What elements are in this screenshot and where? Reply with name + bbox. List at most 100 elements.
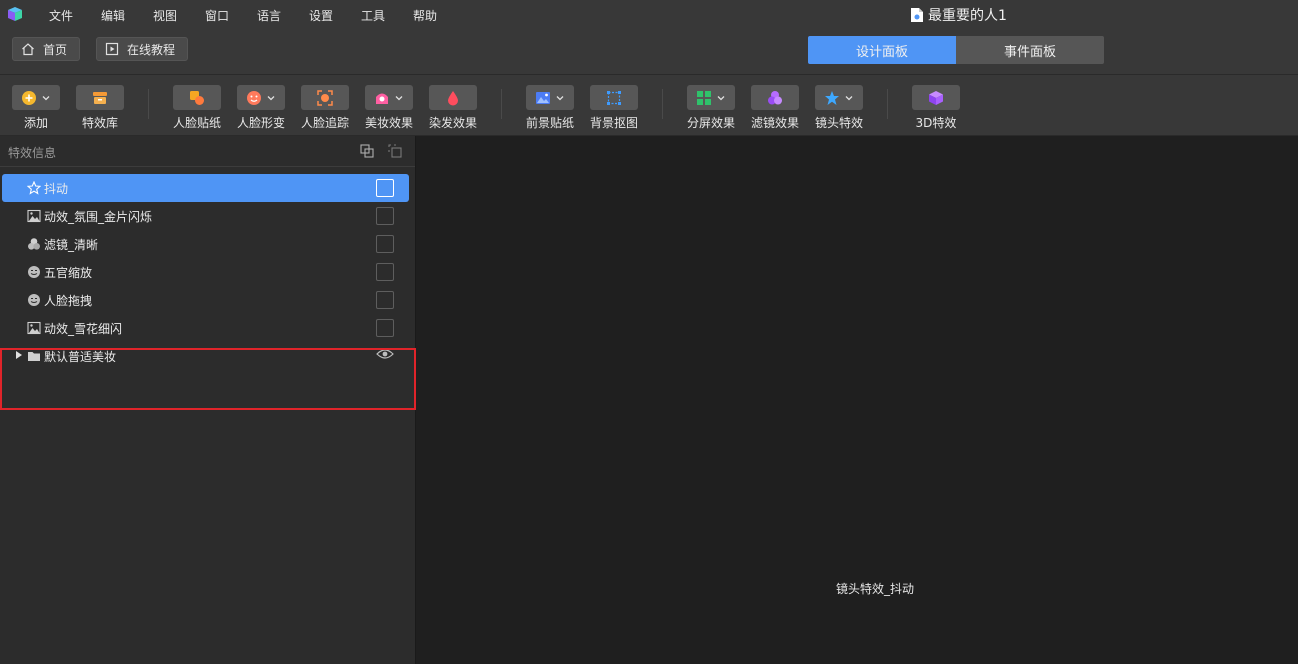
hair-dye-icon	[448, 90, 458, 105]
effects-library-tool[interactable]: 特效库	[76, 85, 124, 131]
effect-item-gold-flakes[interactable]: 动效_氛围_金片闪烁	[2, 202, 409, 230]
menu-tools[interactable]: 工具	[361, 7, 385, 24]
background-matting-tool[interactable]: 背景抠图	[590, 85, 638, 131]
lens-effect-label: 镜头特效	[815, 116, 864, 130]
effects-toolbar: 添加 特效库 人脸贴纸 人脸形变 人脸追踪 美妆效果 染发效果 前景贴纸 背景抠…	[0, 74, 1298, 136]
filter-tool[interactable]: 滤镜效果	[751, 85, 799, 131]
3d-effect-icon	[929, 90, 943, 105]
add-icon	[22, 90, 36, 105]
effect-item-label: 滤镜_清晰	[44, 238, 99, 252]
online-tutorial-button[interactable]: 在线教程	[96, 37, 188, 61]
split-screen-icon	[697, 90, 711, 105]
expand-triangle-icon[interactable]	[15, 351, 23, 359]
effect-item-snow-sparkle[interactable]: 动效_雪花细闪	[2, 314, 409, 342]
lens-effect-icon	[825, 90, 839, 105]
online-tutorial-label: 在线教程	[127, 42, 176, 57]
hair-dye-tool[interactable]: 染发效果	[429, 85, 477, 131]
home-button[interactable]: 首页	[12, 37, 80, 61]
face-sticker-label: 人脸贴纸	[173, 116, 222, 130]
visibility-checkbox[interactable]	[376, 235, 394, 253]
filter-icon	[768, 90, 782, 104]
makeup-icon	[376, 93, 388, 104]
app-logo-icon[interactable]	[6, 5, 24, 23]
menu-view[interactable]: 视图	[153, 7, 177, 24]
folder-icon	[28, 352, 40, 361]
face-tracking-tool[interactable]: 人脸追踪	[301, 85, 349, 131]
visibility-checkbox[interactable]	[376, 263, 394, 281]
makeup-tool[interactable]: 美妆效果	[365, 85, 413, 131]
chevron-down-icon	[845, 95, 853, 100]
copy-icon[interactable]	[360, 144, 374, 158]
document-title: 最重要的人1	[928, 8, 1007, 24]
home-button-label: 首页	[43, 42, 68, 57]
3d-effect-label: 3D特效	[915, 116, 957, 130]
effect-item-label: 抖动	[44, 182, 69, 196]
visibility-checkbox[interactable]	[376, 291, 394, 309]
face-tracking-label: 人脸追踪	[301, 116, 350, 130]
face-sticker-tool[interactable]: 人脸贴纸	[173, 85, 221, 131]
image-icon	[27, 321, 41, 335]
effect-item-face-drag[interactable]: 人脸拖拽	[2, 286, 409, 314]
hair-dye-label: 染发效果	[429, 116, 478, 130]
effect-item-shake[interactable]: 抖动	[2, 174, 409, 202]
document-icon	[911, 8, 923, 22]
menu-language[interactable]: 语言	[257, 7, 281, 24]
tab-design-panel[interactable]: 设计面板	[808, 36, 956, 64]
play-video-icon	[105, 42, 119, 56]
tab-event-panel[interactable]: 事件面板	[956, 36, 1104, 64]
eye-icon[interactable]	[376, 348, 394, 360]
chevron-down-icon	[267, 95, 275, 100]
effect-item-label: 动效_雪花细闪	[44, 322, 123, 336]
visibility-checkbox[interactable]	[376, 179, 394, 197]
preview-canvas[interactable]: 镜头特效_抖动	[417, 136, 1298, 664]
toolbar-separator	[501, 89, 502, 119]
filter-icon	[28, 238, 40, 250]
foreground-sticker-tool[interactable]: 前景贴纸	[526, 85, 574, 131]
background-matting-icon	[607, 90, 621, 105]
visibility-checkbox[interactable]	[376, 207, 394, 225]
menu-settings[interactable]: 设置	[309, 7, 333, 24]
foreground-sticker-label: 前景贴纸	[526, 116, 575, 130]
star-icon	[27, 181, 41, 195]
toolbar-separator	[662, 89, 663, 119]
visibility-checkbox[interactable]	[376, 319, 394, 337]
face-deform-icon	[247, 90, 261, 105]
menu-file[interactable]: 文件	[49, 7, 73, 24]
add-tool[interactable]: 添加	[12, 85, 60, 131]
image-icon	[27, 209, 41, 223]
filter-label: 滤镜效果	[751, 116, 800, 130]
effect-item-label: 人脸拖拽	[44, 294, 93, 308]
chevron-down-icon	[42, 95, 50, 100]
toolbar-separator	[887, 89, 888, 119]
chevron-down-icon	[556, 95, 564, 100]
panel-title: 特效信息	[8, 146, 57, 160]
face-tracking-icon	[317, 89, 333, 106]
effects-info-panel: 特效信息 抖动 动效_氛围_金片闪烁 滤镜_清晰 五官缩放 人脸拖拽 动效_雪花…	[0, 136, 416, 664]
menu-edit[interactable]: 编辑	[101, 7, 125, 24]
toolbar-separator	[148, 89, 149, 119]
split-screen-tool[interactable]: 分屏效果	[687, 85, 735, 131]
foreground-sticker-icon	[536, 91, 550, 104]
paste-icon[interactable]	[388, 144, 402, 158]
effects-library-icon	[93, 91, 107, 104]
effect-item-label: 默认普适美妆	[44, 350, 117, 364]
face-deform-tool[interactable]: 人脸形变	[237, 85, 285, 131]
add-tool-label: 添加	[23, 116, 48, 130]
lens-effect-tool[interactable]: 镜头特效	[815, 85, 863, 131]
menu-help[interactable]: 帮助	[413, 7, 437, 24]
face-sticker-icon	[190, 90, 204, 105]
menu-bar: 文件 编辑 视图 窗口 语言 设置 工具 帮助 最重要的人1	[0, 0, 1298, 30]
background-matting-label: 背景抠图	[590, 116, 639, 130]
effect-item-filter-clear[interactable]: 滤镜_清晰	[2, 230, 409, 258]
effect-item-label: 动效_氛围_金片闪烁	[44, 210, 153, 224]
effect-item-facial-scale[interactable]: 五官缩放	[2, 258, 409, 286]
effects-library-label: 特效库	[81, 116, 118, 130]
home-icon	[22, 43, 34, 56]
canvas-effect-caption: 镜头特效_抖动	[835, 582, 914, 596]
face-icon	[28, 266, 40, 278]
chevron-down-icon	[395, 95, 403, 100]
3d-effect-tool[interactable]: 3D特效	[912, 85, 960, 131]
chevron-down-icon	[717, 95, 725, 100]
menu-window[interactable]: 窗口	[205, 7, 229, 24]
effect-group-default-makeup[interactable]: 默认普适美妆	[2, 342, 409, 370]
